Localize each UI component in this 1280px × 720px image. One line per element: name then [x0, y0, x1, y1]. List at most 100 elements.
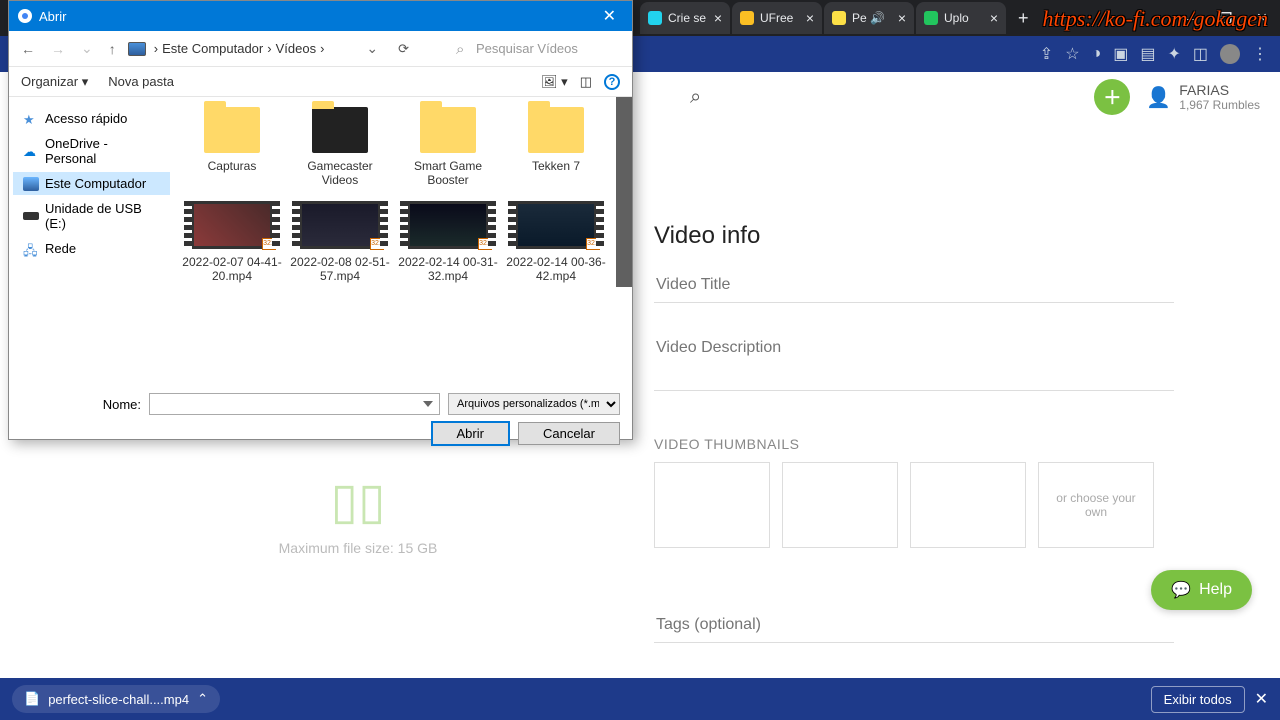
view-mode-button[interactable]: 🖼 ▾	[541, 74, 568, 90]
breadcrumb-item[interactable]: Vídeos	[276, 41, 316, 56]
sidebar-item[interactable]: 🖧Rede	[13, 237, 170, 260]
filename-input[interactable]	[149, 393, 440, 415]
breadcrumb-sep: ›	[154, 41, 158, 56]
close-shelf-button[interactable]: ✕	[1255, 689, 1268, 709]
chat-icon: 💬	[1171, 580, 1191, 600]
cancel-button[interactable]: Cancelar	[518, 422, 620, 445]
breadcrumb-item[interactable]: Este Computador	[162, 41, 263, 56]
video-file-item[interactable]: 3212022-02-08 02-51-57.mp4	[290, 199, 390, 283]
extension-icon[interactable]: ▤	[1140, 44, 1155, 64]
sidebar-item[interactable]: ☁OneDrive - Personal	[13, 132, 170, 170]
dialog-nav: ← → ⌄ ↑ › Este Computador › Vídeos › ⌄ ⟳…	[9, 31, 632, 67]
up-button[interactable]: ↑	[105, 41, 120, 57]
folder-icon	[420, 107, 476, 153]
breadcrumb-dropdown[interactable]: ⌄	[362, 40, 382, 57]
dialog-titlebar[interactable]: Abrir ✕	[9, 1, 632, 31]
back-button[interactable]: ←	[17, 41, 39, 57]
forward-button[interactable]: →	[47, 41, 69, 57]
pc-icon	[128, 42, 146, 56]
favicon-icon	[924, 11, 938, 25]
breadcrumb-sep: ›	[267, 41, 271, 56]
recent-dropdown[interactable]: ⌄	[77, 40, 97, 57]
sidebar-item[interactable]: Este Computador	[13, 172, 170, 195]
menu-icon[interactable]: ⋮	[1252, 44, 1268, 64]
extension-icon[interactable]: ▣	[1113, 44, 1128, 64]
favicon-icon	[740, 11, 754, 25]
thumbnail-choose-own[interactable]: or choose your own	[1038, 462, 1154, 548]
folder-item[interactable]: Gamecaster Videos	[290, 105, 390, 187]
user-name: FARIAS	[1179, 82, 1260, 98]
folder-item[interactable]: Tekken 7	[506, 105, 606, 187]
open-button[interactable]: Abrir	[431, 421, 510, 446]
sidepanel-icon[interactable]: ◫	[1193, 44, 1208, 64]
video-description-input[interactable]	[654, 331, 1174, 391]
browser-tab[interactable]: Pe 🔊×	[824, 2, 914, 34]
upload-dropzone[interactable]: ▯▯ Maximum file size: 15 GB	[108, 472, 608, 556]
extensions-icon[interactable]: ✦	[1167, 44, 1180, 64]
file-open-dialog: Abrir ✕ ← → ⌄ ↑ › Este Computador › Víde…	[8, 0, 633, 440]
filetype-select[interactable]: Arquivos personalizados (*.m4v	[448, 393, 620, 415]
files-area[interactable]: CapturasGamecaster VideosSmart Game Boos…	[174, 97, 632, 387]
video-thumbnail-icon: 321	[515, 201, 597, 249]
video-file-item[interactable]: 3212022-02-07 04-41-20.mp4	[182, 199, 282, 283]
folder-icon	[312, 107, 368, 153]
help-icon[interactable]: ?	[604, 74, 620, 90]
video-thumbnail-icon: 321	[191, 201, 273, 249]
video-file-item[interactable]: 3212022-02-14 00-36-42.mp4	[506, 199, 606, 283]
net-icon: 🖧	[23, 242, 39, 256]
search-input[interactable]: Pesquisar Vídeos	[454, 41, 624, 56]
filename-label: Nome:	[21, 397, 141, 412]
thumbnail-slot[interactable]	[910, 462, 1026, 548]
section-heading: Video info	[654, 222, 1174, 250]
user-rumbles: 1,967 Rumbles	[1179, 98, 1260, 112]
person-icon: 👤	[1146, 85, 1171, 110]
tab-close-icon[interactable]: ×	[898, 10, 906, 26]
upload-logo-icon: ▯▯	[108, 472, 608, 530]
folder-icon	[204, 107, 260, 153]
video-title-input[interactable]	[654, 268, 1174, 303]
usb-icon	[23, 212, 39, 220]
video-thumbnail-icon: 321	[407, 201, 489, 249]
browser-tab[interactable]: Uplo×	[916, 2, 1006, 34]
cloud-icon: ☁	[23, 144, 39, 158]
refresh-button[interactable]: ⟳	[398, 41, 409, 57]
download-shelf: 📄 perfect-slice-chall....mp4 ⌃ Exibir to…	[0, 678, 1280, 720]
show-all-downloads-button[interactable]: Exibir todos	[1151, 686, 1245, 713]
dialog-sidebar: ★Acesso rápido☁OneDrive - PersonalEste C…	[9, 97, 174, 387]
new-folder-button[interactable]: Nova pasta	[108, 74, 174, 89]
star-icon: ★	[23, 112, 39, 126]
browser-tab[interactable]: UFree×	[732, 2, 822, 34]
share-icon[interactable]: ⇪	[1040, 44, 1053, 64]
preview-pane-button[interactable]: ◫	[580, 74, 592, 90]
tags-input[interactable]	[654, 608, 1174, 643]
tab-close-icon[interactable]: ×	[990, 10, 998, 26]
chrome-icon	[17, 8, 33, 24]
organize-menu[interactable]: Organizar ▾	[21, 74, 88, 90]
tab-close-icon[interactable]: ×	[714, 10, 722, 26]
scrollbar-thumb[interactable]	[616, 97, 632, 287]
sidebar-item[interactable]: Unidade de USB (E:)	[13, 197, 170, 235]
bookmark-icon[interactable]: ☆	[1065, 44, 1079, 64]
extension-icon[interactable]: ◑	[1092, 45, 1102, 63]
sidebar-item[interactable]: ★Acesso rápido	[13, 107, 170, 130]
new-tab-button[interactable]: +	[1008, 8, 1039, 29]
tab-close-icon[interactable]: ×	[806, 10, 814, 26]
help-button[interactable]: 💬 Help	[1151, 570, 1252, 610]
pc-icon	[23, 177, 39, 191]
dialog-close-button[interactable]: ✕	[595, 6, 624, 26]
folder-item[interactable]: Capturas	[182, 105, 282, 187]
browser-tab[interactable]: Crie se×	[640, 2, 730, 34]
breadcrumb-sep: ›	[320, 41, 324, 56]
thumbnail-slot[interactable]	[782, 462, 898, 548]
video-file-item[interactable]: 3212022-02-14 00-31-32.mp4	[398, 199, 498, 283]
thumbnails-label: VIDEO THUMBNAILS	[654, 436, 1174, 452]
download-item[interactable]: 📄 perfect-slice-chall....mp4 ⌃	[12, 685, 220, 713]
profile-avatar[interactable]	[1220, 44, 1240, 64]
video-thumbnail-icon: 321	[299, 201, 381, 249]
search-icon[interactable]: ⌕	[690, 86, 701, 109]
upload-button[interactable]: ＋	[1094, 79, 1130, 115]
thumbnail-slot[interactable]	[654, 462, 770, 548]
chevron-up-icon[interactable]: ⌃	[197, 691, 208, 707]
user-menu[interactable]: 👤 FARIAS 1,967 Rumbles	[1146, 82, 1260, 112]
folder-item[interactable]: Smart Game Booster	[398, 105, 498, 187]
